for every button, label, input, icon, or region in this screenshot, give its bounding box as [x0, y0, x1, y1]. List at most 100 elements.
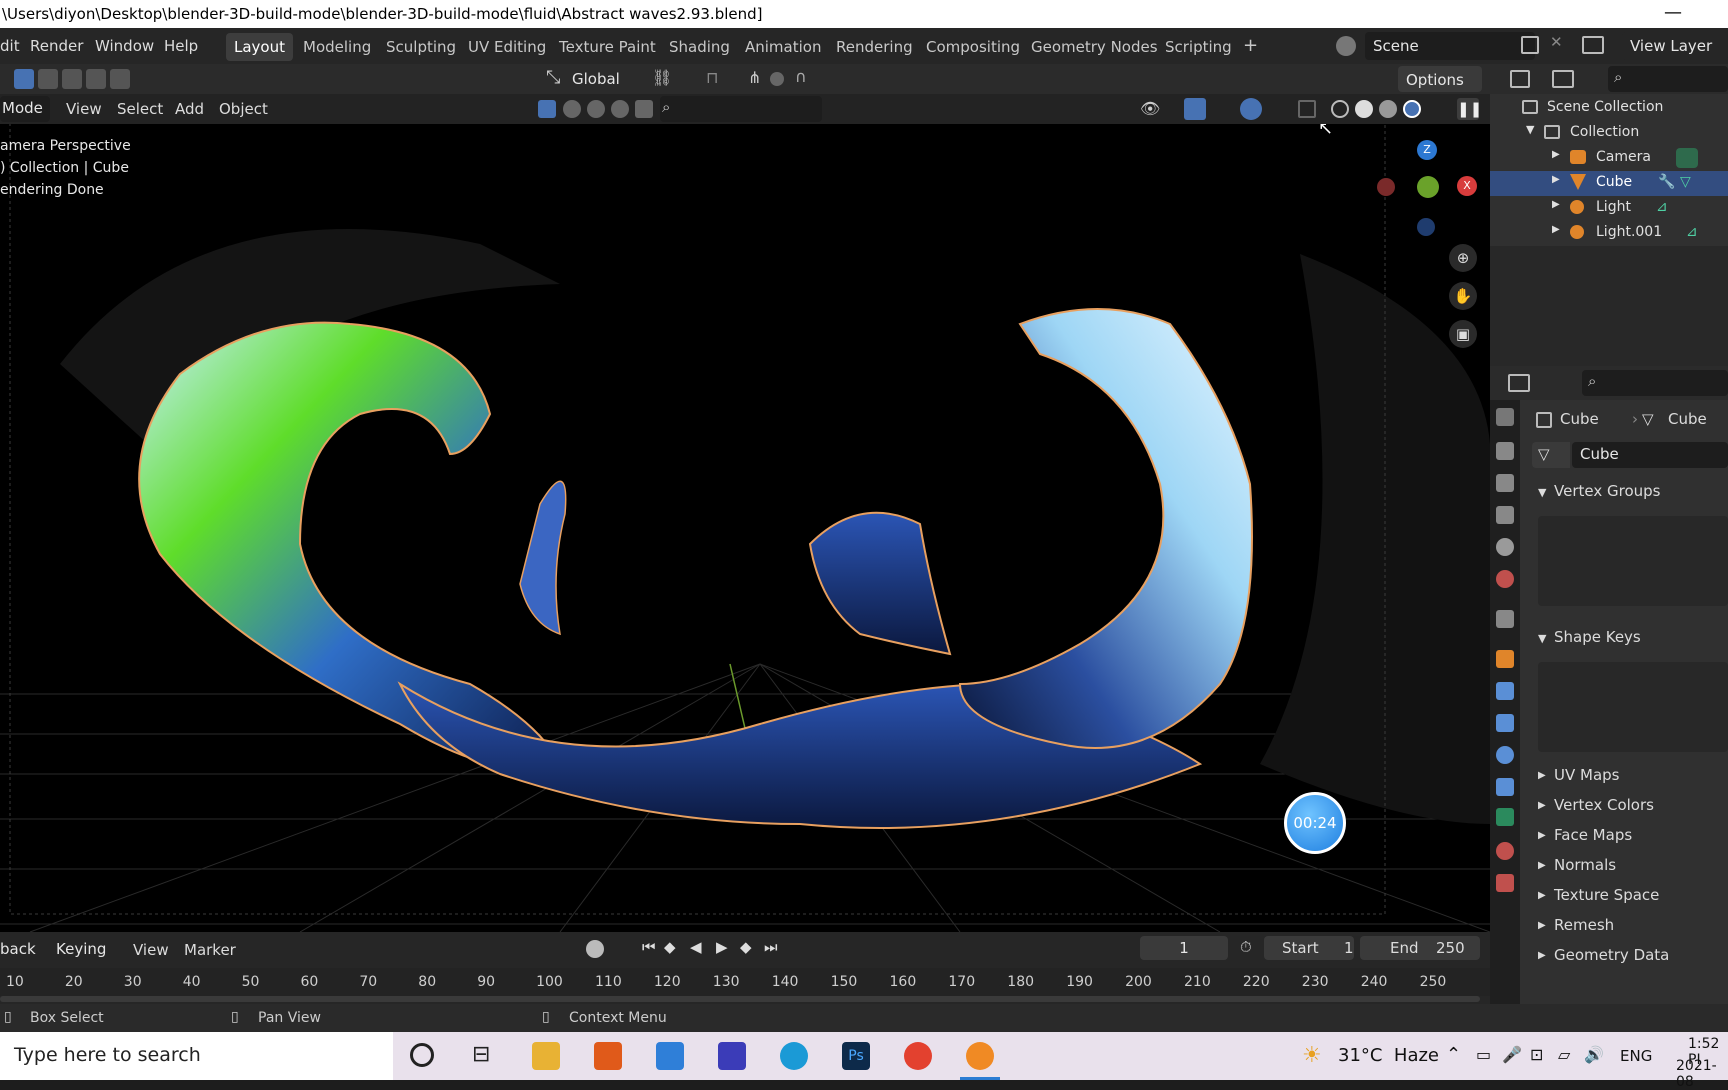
tab-layout[interactable]: Layout [226, 33, 293, 61]
mesh-data-tab-icon[interactable] [1496, 808, 1514, 826]
view-layer-tab-icon[interactable] [1496, 506, 1514, 524]
view-layer-icon[interactable] [1582, 36, 1604, 54]
tab-compositing[interactable]: Compositing [918, 33, 1028, 61]
gizmo-neg-z-axis[interactable] [1417, 218, 1435, 236]
visibility-eye-icon[interactable]: 👁 [1140, 99, 1160, 118]
tab-rendering[interactable]: Rendering [828, 33, 921, 61]
chevron-down-icon[interactable]: ▼ [1526, 123, 1534, 136]
camera-view-icon[interactable]: ▣ [1449, 320, 1477, 348]
section-vertex-colors[interactable]: Vertex Colors [1554, 796, 1654, 814]
chevron-right-icon[interactable]: ▶ [1552, 199, 1560, 210]
orientation-dropdown[interactable]: Global [568, 66, 640, 92]
shape-keys-list[interactable] [1538, 662, 1728, 752]
material-tab-icon[interactable] [1496, 842, 1514, 860]
light-data-icon[interactable]: ⊿ [1656, 199, 1668, 215]
material-shading-icon[interactable] [1379, 100, 1397, 118]
chevron-right-icon[interactable]: ▶ [1538, 920, 1546, 931]
wrench-icon[interactable]: 🔧 [1658, 174, 1675, 190]
chevron-right-icon[interactable]: ▶ [1552, 174, 1560, 185]
wireframe-shading-icon[interactable] [1331, 100, 1349, 118]
weather-text[interactable]: 31°C Haze [1338, 1045, 1439, 1066]
viewport-search-input[interactable] [660, 96, 822, 122]
pause-render-icon[interactable]: ❚❚ [1457, 98, 1482, 120]
chrome-icon[interactable] [904, 1042, 932, 1070]
outliner-item-light[interactable]: ▶ Light ⊿ [1490, 196, 1728, 221]
wifi-icon[interactable]: ▱ [1558, 1045, 1570, 1064]
options-dropdown[interactable]: Options [1398, 66, 1482, 92]
recording-timer[interactable]: 00:24 [1284, 792, 1346, 854]
texture-tab-icon[interactable] [1496, 874, 1514, 892]
tab-scripting[interactable]: Scripting [1157, 33, 1240, 61]
gizmo-y-axis[interactable] [1417, 176, 1439, 198]
file-explorer-icon[interactable] [532, 1042, 560, 1070]
select-box-icon[interactable] [14, 69, 34, 89]
chevron-right-icon[interactable]: ▶ [1538, 830, 1546, 841]
object-filter-icon[interactable] [538, 100, 556, 118]
outliner-scene-collection[interactable]: Scene Collection [1490, 96, 1728, 121]
section-normals[interactable]: Normals [1554, 856, 1616, 874]
gizmo-z-axis[interactable]: Z [1417, 140, 1437, 160]
pan-hand-icon[interactable]: ✋ [1449, 282, 1477, 310]
mesh-data-icon[interactable]: ▽ [1680, 174, 1691, 190]
falloff-icon[interactable]: ∩ [795, 67, 807, 86]
particles-tab-icon[interactable] [1496, 714, 1514, 732]
taskbar-search-box[interactable]: Type here to search [0, 1032, 393, 1080]
tool-tab-icon[interactable] [1496, 408, 1514, 426]
gizmo-neg-x-axis[interactable] [1377, 178, 1395, 196]
remove-scene-icon[interactable]: ✕ [1550, 33, 1563, 51]
filter-shading-icon[interactable] [563, 100, 581, 118]
tab-sculpting[interactable]: Sculpting [378, 33, 464, 61]
select-intersect-icon[interactable] [110, 69, 130, 89]
chevron-up-icon[interactable]: ⌃ [1446, 1044, 1461, 1065]
taskbar-search-input[interactable]: Type here to search [14, 1044, 201, 1066]
rendered-shading-icon[interactable] [1403, 100, 1421, 118]
mesh-name-field[interactable]: Cube [1572, 442, 1728, 468]
section-geometry-data[interactable]: Geometry Data [1554, 946, 1669, 964]
chevron-right-icon[interactable]: ▶ [1538, 800, 1546, 811]
current-frame-field[interactable]: 1 [1140, 936, 1228, 960]
vertex-groups-list[interactable] [1538, 516, 1728, 606]
editor-type-icon[interactable] [1508, 374, 1530, 392]
section-shape-keys[interactable]: Shape Keys [1554, 628, 1641, 646]
scene-icon[interactable] [1336, 36, 1356, 56]
playback-dropdown[interactable]: back [0, 938, 46, 962]
snap-icon[interactable]: ⊓ [706, 68, 718, 87]
light-data-icon[interactable]: ⊿ [1686, 224, 1698, 240]
next-keyframe-icon[interactable]: ◆ [740, 938, 752, 956]
filter-tools-icon[interactable] [635, 100, 653, 118]
select-invert-icon[interactable] [86, 69, 106, 89]
section-texture-space[interactable]: Texture Space [1554, 886, 1659, 904]
prev-keyframe-icon[interactable]: ◆ [664, 938, 676, 956]
menu-add[interactable]: Add [175, 100, 204, 118]
timeline-scrollbar[interactable] [0, 996, 1480, 1002]
world-tab-icon[interactable] [1496, 570, 1514, 588]
new-scene-icon[interactable] [1521, 36, 1539, 54]
mesh-browse-icon[interactable]: ▽ [1532, 442, 1570, 468]
tab-modeling[interactable]: Modeling [295, 33, 379, 61]
chevron-right-icon[interactable]: ▶ [1538, 890, 1546, 901]
menu-help[interactable]: Help [164, 37, 198, 55]
filter-lights-icon[interactable] [587, 100, 605, 118]
menu-object[interactable]: Object [219, 100, 268, 118]
constraints-tab-icon[interactable] [1496, 778, 1514, 796]
task-view-icon[interactable]: ⊟ [472, 1042, 490, 1067]
3d-viewport[interactable]: amera Perspective ) Collection | Cube en… [0, 124, 1490, 932]
mail-icon[interactable] [656, 1042, 684, 1070]
physics-tab-icon[interactable] [1496, 746, 1514, 764]
timeline-view-menu[interactable]: View [133, 941, 169, 959]
tab-animation[interactable]: Animation [737, 33, 829, 61]
outliner-search-input[interactable] [1608, 66, 1728, 92]
section-uv-maps[interactable]: UV Maps [1554, 766, 1619, 784]
properties-search-input[interactable] [1582, 370, 1728, 396]
tab-texture-paint[interactable]: Texture Paint [551, 33, 664, 61]
timeline-marker-menu[interactable]: Marker [184, 941, 236, 959]
play-icon[interactable]: ▶ [716, 938, 728, 956]
editor-type-icon[interactable] [1510, 70, 1530, 88]
menu-edit[interactable]: dit [0, 37, 20, 55]
display-mode-icon[interactable] [1552, 70, 1574, 88]
pivot-icon[interactable]: ⛓ [652, 68, 672, 87]
chevron-right-icon[interactable]: ▶ [1538, 950, 1546, 961]
outliner-collection[interactable]: ▼ Collection [1490, 121, 1728, 146]
mode-dropdown[interactable]: Mode [0, 96, 50, 122]
chevron-right-icon[interactable]: ▶ [1552, 149, 1560, 160]
